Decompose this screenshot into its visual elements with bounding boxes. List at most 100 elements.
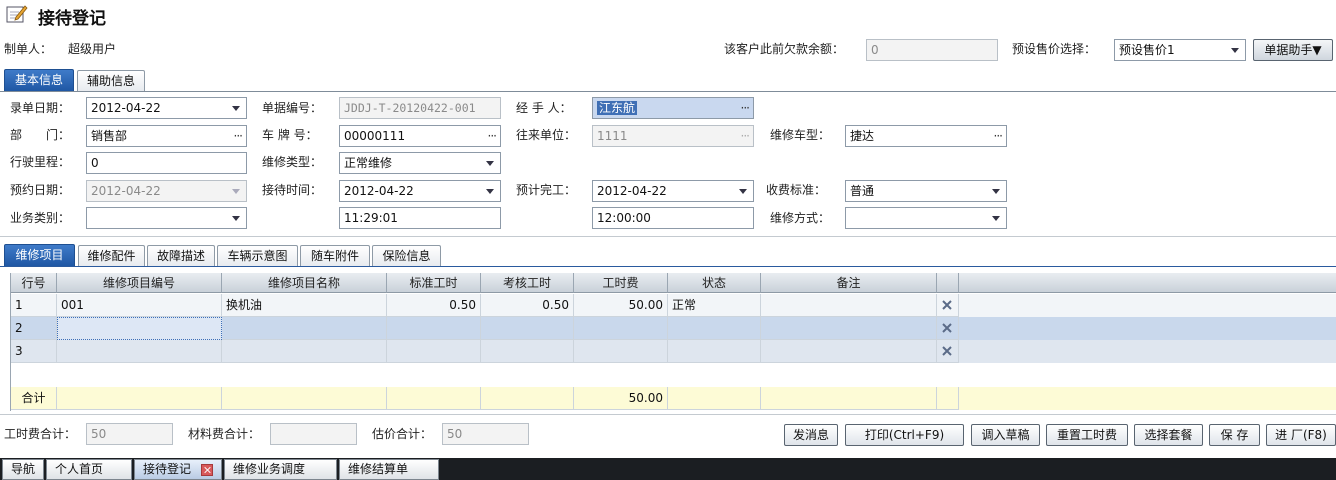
creator-label: 制单人： [4,42,53,56]
close-icon[interactable] [201,464,213,476]
delete-row-icon[interactable] [941,322,953,334]
col-header-status: 状态 [668,273,761,293]
enter-factory-button[interactable]: 进 厂(F8) [1266,424,1336,446]
std-hours-cell[interactable]: 0.50 [387,294,481,317]
save-button[interactable]: 保 存 [1209,424,1260,446]
handler-label: 经 手 人： [516,101,572,115]
estimate-total-field[interactable]: 50 [442,423,529,445]
estimate-total-label: 估价合计： [372,427,433,441]
tab-vehicle-diagram[interactable]: 车辆示意图 [217,245,298,267]
std-hours-cell[interactable] [387,317,481,340]
col-header-item-code: 维修项目编号 [57,273,222,293]
labor-fee-cell[interactable]: 50.00 [574,294,668,317]
eval-hours-cell[interactable]: 0.50 [481,294,574,317]
delete-row-icon[interactable] [941,345,953,357]
record-date-label: 录单日期： [10,101,71,115]
model-label: 维修车型： [770,128,831,142]
status-cell[interactable] [668,317,761,340]
print-button[interactable]: 打印(Ctrl+F9) [845,424,964,446]
partner-field[interactable]: 1111 ··· [592,125,754,147]
tab-repair-items[interactable]: 维修项目 [4,244,75,266]
preset-price-select[interactable]: 预设售价1 [1114,39,1246,61]
table-row[interactable]: 1 001 换机油 0.50 0.50 50.00 正常 [11,294,1336,317]
labor-fee-cell[interactable] [574,317,668,340]
task-dispatch[interactable]: 维修业务调度 [224,459,337,480]
item-code-cell[interactable] [57,340,222,363]
ellipsis-icon[interactable]: ··· [741,98,751,118]
arrears-label: 该客户此前欠款余额： [724,42,845,56]
mileage-field[interactable]: 0 [86,152,247,174]
tab-basic-info[interactable]: 基本信息 [4,69,74,91]
action-cell [937,340,959,363]
reset-labor-fee-button[interactable]: 重置工时费 [1046,424,1128,446]
col-header-action [937,273,959,293]
dept-field[interactable]: 销售部 ··· [86,125,247,147]
fee-standard-select[interactable]: 普通 [845,180,1007,202]
reception-time-field[interactable]: 11:29:01 [339,207,501,229]
material-total-label: 材料费合计： [188,427,261,441]
ellipsis-icon[interactable]: ··· [741,126,751,146]
ellipsis-icon[interactable]: ··· [488,126,498,146]
remark-cell[interactable] [761,340,937,363]
task-navigation[interactable]: 导航 [2,459,44,480]
delete-row-icon[interactable] [941,299,953,311]
chevron-down-icon [486,161,494,166]
status-cell[interactable]: 正常 [668,294,761,317]
total-labor-fee: 50.00 [574,387,668,410]
plate-field[interactable]: 00000111 ··· [339,125,501,147]
biz-type-select[interactable] [86,207,247,229]
est-finish-time-field[interactable]: 12:00:00 [592,207,754,229]
preset-price-value: 预设售价1 [1119,43,1175,57]
row-no: 1 [11,294,57,317]
remark-cell[interactable] [761,317,937,340]
item-name-cell[interactable] [222,317,387,340]
fee-standard-label: 收费标准： [766,183,827,197]
send-message-button[interactable]: 发消息 [784,424,838,446]
chevron-down-icon [992,216,1000,221]
status-cell[interactable] [668,340,761,363]
record-date-field[interactable]: 2012-04-22 [86,97,247,119]
std-hours-cell[interactable] [387,340,481,363]
doc-helper-button[interactable]: 单据助手▼ [1253,39,1333,61]
item-code-cell[interactable]: 001 [57,294,222,317]
item-name-cell[interactable] [222,340,387,363]
ellipsis-icon[interactable]: ··· [234,126,244,146]
eval-hours-cell[interactable] [481,317,574,340]
repair-type-select[interactable]: 正常维修 [339,152,501,174]
chevron-down-icon [232,216,240,221]
task-home[interactable]: 个人首页 [46,459,132,480]
table-row[interactable]: 2 [11,317,1336,340]
grid-bottom-divider [0,414,1336,415]
total-empty [668,387,761,410]
labor-total-field[interactable]: 50 [86,423,173,445]
item-name-cell[interactable]: 换机油 [222,294,387,317]
labor-fee-cell[interactable] [574,340,668,363]
reception-date-field[interactable]: 2012-04-22 [339,180,501,202]
eval-hours-cell[interactable] [481,340,574,363]
item-code-cell[interactable] [57,317,222,340]
tab-vehicle-accessories[interactable]: 随车附件 [300,245,370,267]
tab-fault-desc[interactable]: 故障描述 [147,245,215,267]
tab-repair-parts[interactable]: 维修配件 [78,245,145,267]
task-reception[interactable]: 接待登记 [134,459,222,480]
material-total-field[interactable] [270,423,357,445]
page-title: 接待登记 [38,9,106,29]
task-settlement[interactable]: 维修结算单 [339,459,439,480]
repair-method-select[interactable] [845,207,1007,229]
est-finish-date-field[interactable]: 2012-04-22 [592,180,754,202]
tab-insurance-info[interactable]: 保险信息 [372,245,441,267]
appt-date-field[interactable]: 2012-04-22 [86,180,247,202]
handler-field[interactable]: 江东航 ··· [592,97,754,119]
arrears-field[interactable]: 0 [866,39,998,61]
select-package-button[interactable]: 选择套餐 [1134,424,1203,446]
doc-no-field[interactable]: JDDJ-T-20120422-001 [339,97,501,119]
fee-standard-value: 普通 [850,184,875,198]
appt-date-value: 2012-04-22 [91,184,161,198]
remark-cell[interactable] [761,294,937,317]
load-draft-button[interactable]: 调入草稿 [971,424,1040,446]
row-no: 3 [11,340,57,363]
table-row[interactable]: 3 [11,340,1336,363]
ellipsis-icon[interactable]: ··· [994,126,1004,146]
model-field[interactable]: 捷达 ··· [845,125,1007,147]
tab-aux-info[interactable]: 辅助信息 [77,70,145,92]
